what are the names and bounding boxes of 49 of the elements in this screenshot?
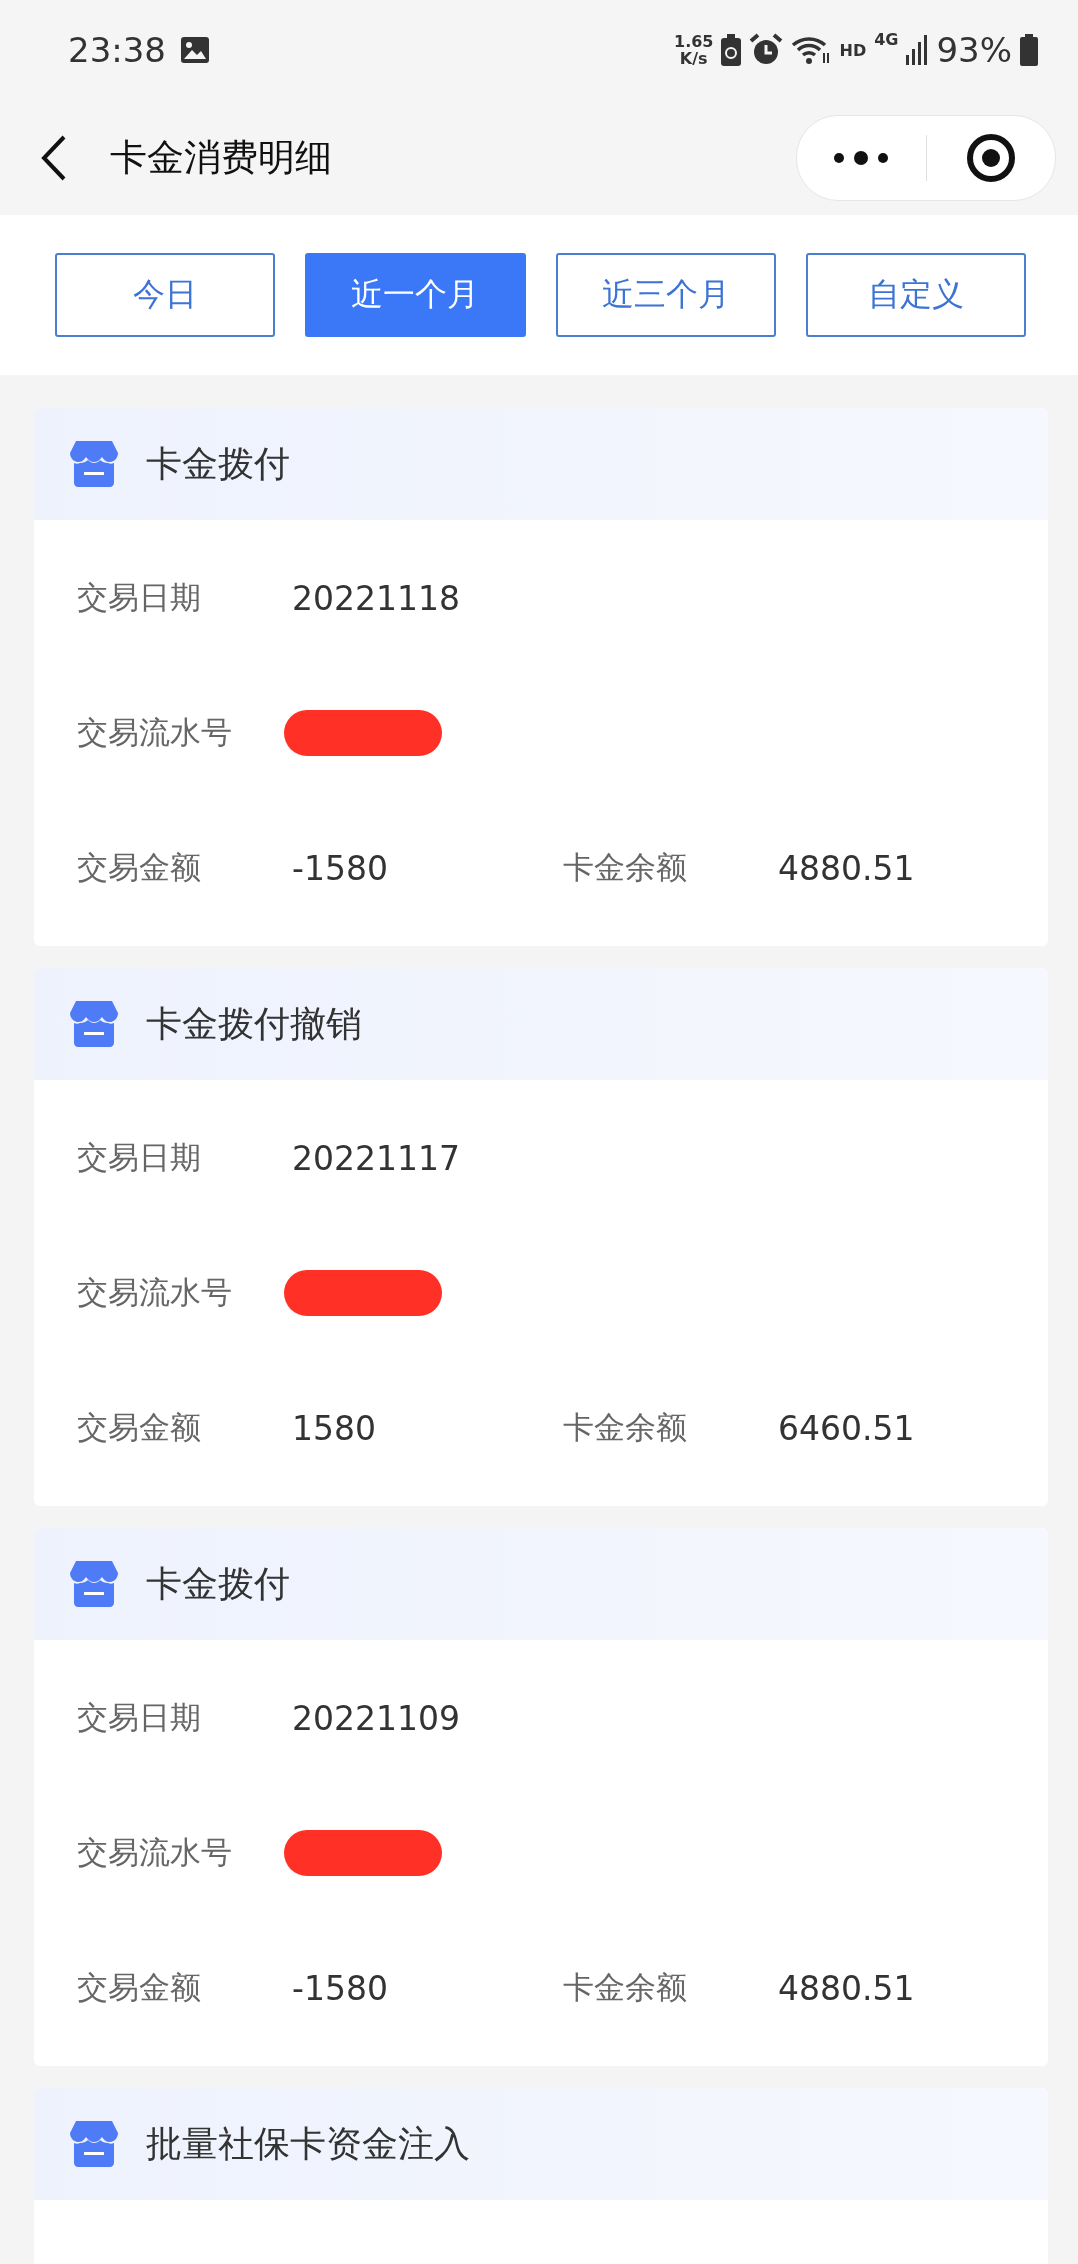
record-title: 卡金拨付撤销 — [146, 1001, 362, 1046]
field-label: 卡金余额 — [563, 1408, 687, 1447]
battery-icon — [1020, 34, 1038, 66]
wifi-icon — [791, 35, 832, 65]
field-label: 交易金额 — [77, 848, 201, 887]
field-value: 20221109 — [292, 1698, 460, 1738]
alarm-icon — [749, 33, 784, 67]
signal-icon — [906, 35, 929, 65]
store-icon — [70, 1561, 118, 1607]
battery-saver-icon — [721, 34, 742, 66]
filter-tab[interactable]: 自定义 — [805, 253, 1026, 337]
hd-label: HD — [839, 40, 867, 60]
field-value: -1580 — [292, 848, 388, 888]
field-value: 1580 — [292, 1408, 376, 1448]
field-value: 20221118 — [292, 578, 460, 618]
net-speed-unit: K/s — [679, 50, 708, 67]
field-label: 交易金额 — [77, 1968, 201, 2007]
field-label: 交易流水号 — [77, 713, 232, 752]
store-icon — [70, 1001, 118, 1047]
field-label: 交易日期 — [77, 1138, 201, 1177]
field-label: 卡金余额 — [563, 848, 687, 887]
record-title: 卡金拨付 — [146, 1561, 290, 1606]
record-title: 卡金拨付 — [146, 441, 290, 486]
page-title: 卡金消费明细 — [110, 134, 332, 181]
field-value: 6460.51 — [778, 1408, 915, 1448]
field-label: 交易日期 — [77, 1698, 201, 1737]
store-icon — [70, 441, 118, 487]
network-type: 4G — [874, 30, 899, 49]
record-title: 批量社保卡资金注入 — [146, 2121, 470, 2166]
field-label: 交易流水号 — [77, 1273, 232, 1312]
net-speed: 1.65 — [674, 33, 714, 50]
filter-tab[interactable]: 今日 — [55, 253, 276, 337]
store-icon — [70, 2121, 118, 2167]
battery-percent: 93% — [936, 30, 1012, 70]
field-label: 交易流水号 — [77, 1833, 232, 1872]
field-label: 卡金余额 — [563, 1968, 687, 2007]
filter-tab[interactable]: 近三个月 — [555, 253, 776, 337]
field-value: 4880.51 — [778, 848, 915, 888]
field-label: 交易金额 — [77, 1408, 201, 1447]
status-time: 23:38 — [68, 30, 166, 70]
more-icon[interactable] — [833, 150, 890, 165]
field-value: 4880.51 — [778, 1968, 915, 2008]
field-label: 交易日期 — [77, 578, 201, 617]
back-icon[interactable] — [40, 133, 68, 182]
filter-tab[interactable]: 近一个月 — [305, 253, 526, 337]
image-icon — [180, 36, 210, 64]
field-value: 20221117 — [292, 1138, 460, 1178]
close-target-icon[interactable] — [965, 132, 1016, 183]
field-value: -1580 — [292, 1968, 388, 2008]
